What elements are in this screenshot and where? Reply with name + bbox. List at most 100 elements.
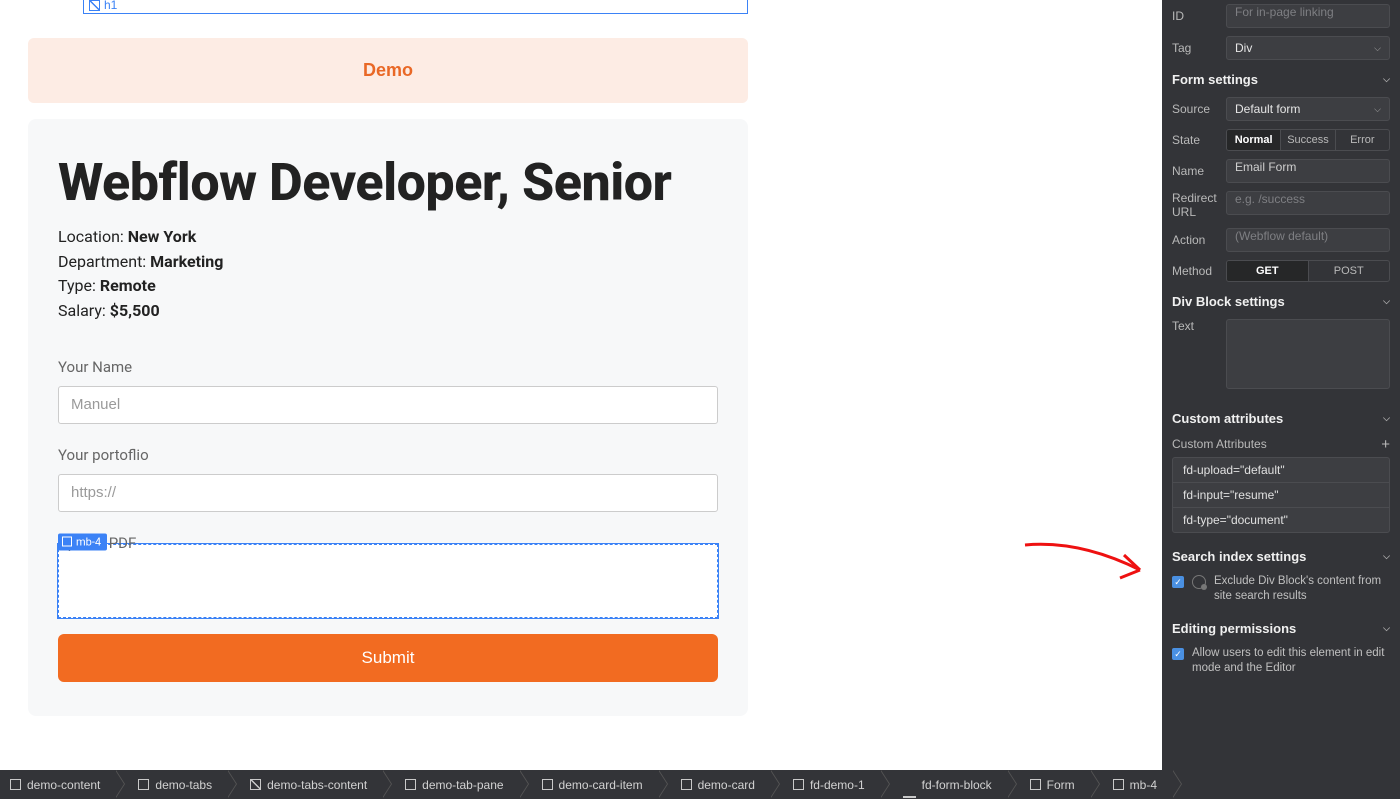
div-icon (542, 779, 553, 790)
checkbox-icon[interactable] (1172, 648, 1184, 660)
chevron-down-icon: ⌵ (1383, 623, 1390, 634)
method-get[interactable]: GET (1227, 261, 1308, 281)
method-post[interactable]: POST (1308, 261, 1390, 281)
portfolio-input[interactable] (58, 474, 718, 512)
editing-permission-row[interactable]: Allow users to edit this element in edit… (1162, 642, 1400, 685)
text-textarea[interactable] (1226, 319, 1390, 389)
breadcrumb-item[interactable]: demo-card-item (520, 770, 659, 799)
chevron-down-icon: ⌵ (1383, 74, 1390, 85)
breadcrumb-item[interactable]: demo-tab-pane (383, 770, 519, 799)
tag-label: Tag (1172, 41, 1220, 55)
method-label: Method (1172, 264, 1220, 278)
search-index-settings-header[interactable]: Search index settings⌵ (1162, 541, 1400, 570)
method-segmented[interactable]: GET POST (1226, 260, 1390, 282)
canvas: h1 Demo Webflow Developer, Senior Locati… (28, 0, 748, 716)
annotation-arrow (1020, 530, 1170, 610)
name-label: Name (1172, 164, 1220, 178)
breadcrumb-item[interactable]: demo-tabs-content (228, 770, 383, 799)
breadcrumb-label: demo-content (27, 778, 100, 792)
h1-icon (89, 0, 100, 11)
name-label: Your Name (58, 358, 718, 376)
checkbox-icon[interactable] (1172, 576, 1184, 588)
upload-block[interactable]: mb-4 (58, 544, 718, 618)
upload-box[interactable] (58, 544, 718, 618)
demo-banner: Demo (28, 38, 748, 103)
redirect-url-input[interactable]: e.g. /success (1226, 191, 1390, 215)
breadcrumb-item[interactable]: demo-content (0, 770, 116, 799)
editing-permissions-header[interactable]: Editing permissions⌵ (1162, 613, 1400, 642)
source-label: Source (1172, 102, 1220, 116)
portfolio-label: Your portoflio (58, 446, 718, 464)
div-icon (405, 779, 416, 790)
breadcrumb-label: fd-demo-1 (810, 778, 865, 792)
custom-attributes-subheader: Custom Attributes + (1162, 432, 1400, 455)
chevron-down-icon: ⌵ (1383, 296, 1390, 307)
id-input[interactable]: For in-page linking (1226, 4, 1390, 28)
breadcrumb-label: Form (1047, 778, 1075, 792)
job-title: Webflow Developer, Senior (58, 153, 718, 213)
custom-attribute-item[interactable]: fd-input="resume" (1173, 482, 1389, 507)
name-input[interactable] (58, 386, 718, 424)
form-settings-header[interactable]: Form settings⌵ (1162, 64, 1400, 93)
chevron-down-icon: ⌵ (1374, 43, 1381, 54)
state-label: State (1172, 133, 1220, 147)
upload-label: Upload PDF (58, 534, 718, 552)
exclude-from-search-row[interactable]: Exclude Div Block's content from site se… (1162, 570, 1400, 613)
form: Your Name Your portoflio Upload PDF mb-4… (58, 358, 718, 682)
tag-select[interactable]: Div⌵ (1226, 36, 1390, 60)
custom-attribute-item[interactable]: fd-upload="default" (1173, 458, 1389, 482)
breadcrumb-label: demo-card (698, 778, 755, 792)
div-icon (138, 779, 149, 790)
div-block-settings-header[interactable]: Div Block settings⌵ (1162, 286, 1400, 315)
h1-tag-label: h1 (104, 0, 117, 12)
custom-attributes-list: fd-upload="default" fd-input="resume" fd… (1172, 457, 1390, 533)
breadcrumb-item[interactable]: fd-form-block (881, 770, 1008, 799)
source-select[interactable]: Default form⌵ (1226, 97, 1390, 121)
div-icon (10, 779, 21, 790)
editing-permission-label: Allow users to edit this element in edit… (1192, 646, 1390, 677)
id-label: ID (1172, 9, 1220, 23)
add-attribute-button[interactable]: + (1381, 436, 1390, 453)
submit-button[interactable]: Submit (58, 634, 718, 682)
demo-banner-label: Demo (363, 60, 413, 80)
chevron-down-icon: ⌵ (1383, 551, 1390, 562)
redirect-url-label: Redirect URL (1172, 191, 1220, 220)
breadcrumb-label: demo-card-item (559, 778, 643, 792)
h1-selection-outline (83, 0, 748, 14)
div-icon (1113, 779, 1124, 790)
breadcrumb-label: fd-form-block (922, 778, 992, 792)
breadcrumb: demo-content demo-tabs demo-tabs-content de… (0, 770, 1400, 799)
exclude-from-search-label: Exclude Div Block's content from site se… (1214, 574, 1390, 605)
breadcrumb-label: demo-tabs-content (267, 778, 367, 792)
selected-element-tag[interactable]: mb-4 (58, 533, 107, 550)
h1-element-tag[interactable]: h1 (85, 0, 121, 12)
selected-element-label: mb-4 (76, 535, 101, 548)
breadcrumb-label: mb-4 (1130, 778, 1157, 792)
action-input[interactable]: (Webflow default) (1226, 228, 1390, 252)
search-icon (1192, 575, 1206, 589)
state-normal[interactable]: Normal (1227, 130, 1280, 150)
chevron-down-icon: ⌵ (1383, 413, 1390, 424)
div-icon (681, 779, 692, 790)
breadcrumb-item[interactable]: mb-4 (1091, 770, 1173, 799)
div-icon (793, 779, 804, 790)
action-label: Action (1172, 233, 1220, 247)
breadcrumb-item[interactable]: demo-tabs (116, 770, 228, 799)
demo-card: Webflow Developer, Senior Location: New … (28, 119, 748, 716)
diag-icon (250, 779, 261, 790)
breadcrumb-label: demo-tabs (155, 778, 212, 792)
inspector-panel: ID For in-page linking Tag Div⌵ Form set… (1162, 0, 1400, 770)
job-meta: Location: New York Department: Marketing… (58, 225, 718, 324)
state-success[interactable]: Success (1280, 130, 1334, 150)
state-error[interactable]: Error (1335, 130, 1389, 150)
breadcrumb-item[interactable]: fd-demo-1 (771, 770, 881, 799)
custom-attribute-item[interactable]: fd-type="document" (1173, 507, 1389, 532)
custom-attributes-header[interactable]: Custom attributes⌵ (1162, 403, 1400, 432)
breadcrumb-label: demo-tab-pane (422, 778, 503, 792)
div-icon (62, 537, 72, 547)
name-input[interactable]: Email Form (1226, 159, 1390, 183)
div-icon (1030, 779, 1041, 790)
state-segmented[interactable]: Normal Success Error (1226, 129, 1390, 151)
breadcrumb-item[interactable]: demo-card (659, 770, 771, 799)
breadcrumb-item[interactable]: Form (1008, 770, 1091, 799)
